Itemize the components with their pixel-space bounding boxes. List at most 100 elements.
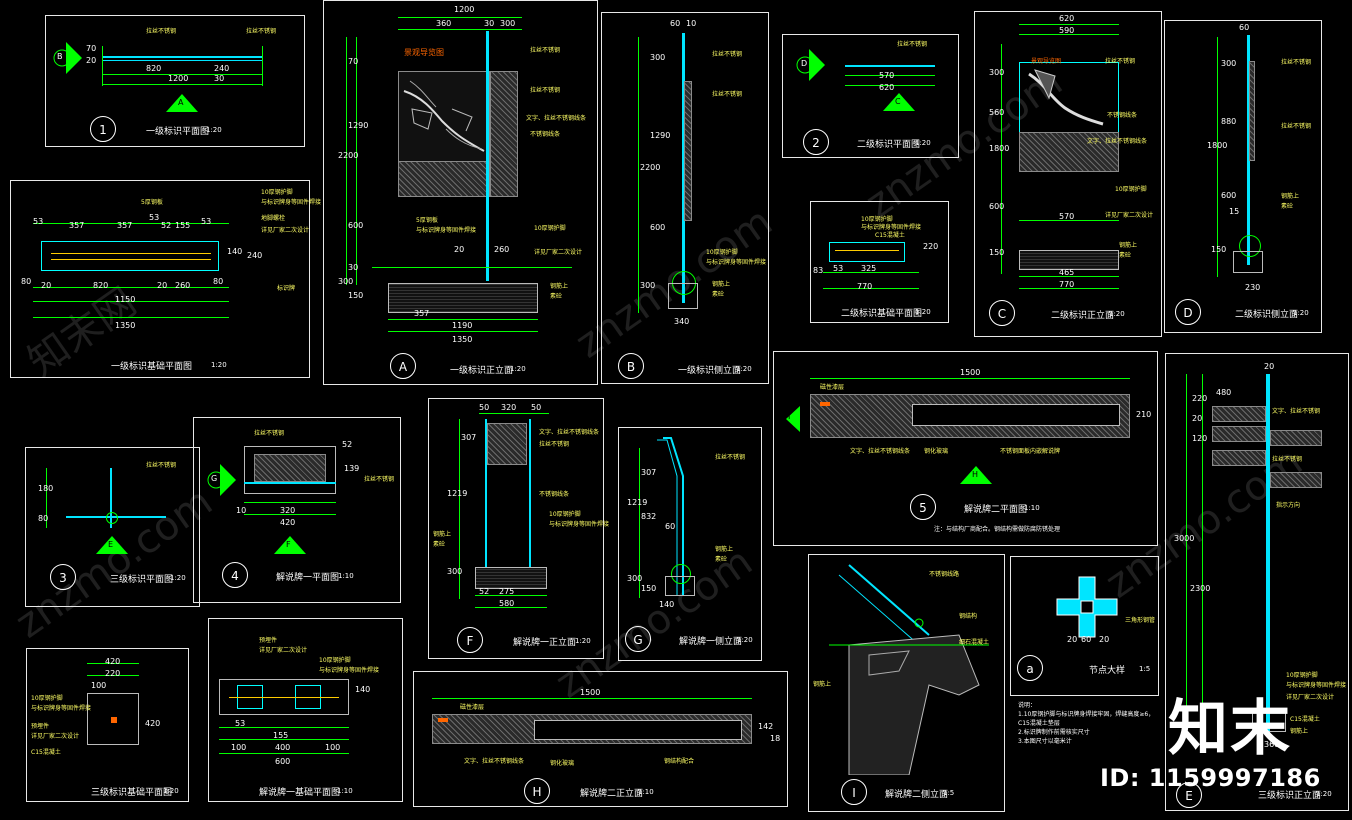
annotation: 指示方向 [1276,502,1301,509]
dim-label: 10 [236,506,247,515]
panel-interp-sign2-side-elevation: 不锈钢线路 钢结构 细石混凝土 钢筋上 I 解说牌二侧立面 1:5 [808,554,1005,812]
drawing-title: 节点大样 [1089,666,1126,676]
dim-label: 220 [105,669,121,678]
annotation: 磁性漆层 [820,384,845,391]
panel-level3-foundation-plan: 420 220 100 420 10厚钢护脚 与标识牌身等固件焊接 预埋件 详见… [26,648,189,802]
dim-label: 20 [1099,635,1110,644]
dim-label: 20 [1067,635,1078,644]
section-label: C [895,97,901,106]
dim-label: 240 [247,251,263,260]
drawing-title: 解说牌二正立面 [580,789,644,799]
dim-label: 260 [494,245,510,254]
map-illustration [1028,69,1104,126]
annotation: 拉丝不锈钢 [1272,456,1303,463]
dim-label: 30 [484,19,495,28]
annotation: 详见厂家二次设计 [259,647,308,654]
dim-label: 357 [117,221,133,230]
dim-label: 820 [146,64,162,73]
annotation: 钢结构 [959,613,978,620]
dim-label: 300 [650,53,666,62]
annotation: 拉丝不锈钢 [254,430,285,437]
drawing-scale: 1:10 [1024,504,1040,512]
panel-level1-front-elevation: 1200 360 30 300 70 1290 2200 600 30 300 … [323,0,598,385]
dim-label: 53 [201,217,212,226]
drawing-title: 一级标识侧立面 [678,366,742,376]
dim-label: 240 [214,64,230,73]
dim-label: 420 [145,719,161,728]
drawing-scale: 1:10 [338,572,354,580]
annotation: 拉丝不锈钢 [146,28,177,35]
dim-label: 230 [1245,283,1261,292]
annotation: 钢筋上 [712,281,731,288]
annotation: 10厚钢护脚 [549,511,581,518]
dim-label: 300 [338,277,354,286]
dim-label: 83 [813,266,824,275]
annotation: 钢筋上 [1281,193,1300,200]
panel-interp-sign1-front-elevation: 50 320 50 307 1219 300 52 275 580 文字、拉丝不… [428,398,609,659]
annotation: 细石混凝土 [959,639,990,646]
dim-label: 1190 [452,321,473,330]
panel-interp-sign2-plan: 1500 210 I H 磁性漆层 文字、拉丝不锈钢线条 钢化玻璃 不锈钢面板内… [773,351,1158,546]
dim-label: 820 [93,281,109,290]
annotation: 文字、拉丝不锈钢 [1272,408,1321,415]
dim-label: 139 [344,464,360,473]
annotation: 10厚钢护脚 [319,657,351,664]
annotation: 钢筋上 [1290,728,1309,735]
accent-mark [820,402,830,406]
drawing-title: 一级标识平面图 [146,127,210,137]
annotation: 5厚钢板 [416,217,438,224]
drawing-tag: B [618,353,644,379]
dim-label: 100 [91,681,107,690]
dim-label: 150 [1211,245,1227,254]
panel-interp-sign1-foundation-plan: 53 155 100 400 100 600 140 预埋件 详见厂家二次设计 … [208,618,403,802]
annotation: 素砼 [712,291,725,298]
dim-label: 50 [531,403,542,412]
dim-label: 880 [1221,117,1237,126]
drawing-tag: 5 [910,494,936,520]
drawing-title: 解说牌一平面图 [276,573,340,583]
dim-label: 30 [214,74,225,83]
dim-label: 300 [989,68,1005,77]
drawing-scale: 1:20 [211,361,227,369]
dim-label: 3000 [1174,534,1195,543]
panel-interp-sign1-plan: 320 420 10 52 139 拉丝不锈钢 拉丝不锈钢 G F 4 解说牌一… [193,417,401,603]
dim-label: 50 [479,403,490,412]
dim-label: 2200 [640,163,661,172]
dim-label: 15 [1229,207,1240,216]
dim-label: 20 [1264,362,1275,371]
dim-label: 52 [161,221,172,230]
panel-node-detail: 20 60 20 三角形钢管 a 节点大样 1:5 [1010,556,1159,696]
annotation: 预埋件 [31,723,50,730]
drawing-scale: 1:20 [163,787,179,795]
dim-label: 53 [33,217,44,226]
annotation: 10厚钢护脚 [261,189,293,196]
dim-label: 600 [275,757,291,766]
dim-label: 100 [231,743,247,752]
section-label: D [801,59,808,68]
dim-label: 150 [641,584,657,593]
dim-label: 340 [674,317,690,326]
dim-label: 155 [273,731,289,740]
sign-heading: 景观导览图 [1031,58,1062,65]
annotation: 与标识牌身等固件焊接 [706,259,767,266]
annotation: 文字、拉丝不锈钢线条 [464,758,525,765]
dim-label: 1200 [168,74,189,83]
annotation: 拉丝不锈钢 [539,441,570,448]
annotation: 钢筋上 [813,681,832,688]
dim-label: 420 [280,518,296,527]
dim-label: 140 [227,247,243,256]
section-arrow-icon [207,464,236,496]
post-circle [106,512,118,524]
dim-label: 480 [1216,388,1232,397]
drawing-title: 解说牌一基础平面图 [259,788,341,798]
dim-label: 30 [348,263,359,272]
annotation: 不锈钢线条 [530,131,561,138]
drawing-title: 二级标识平面图 [857,140,921,150]
annotation: 详见厂家二次设计 [534,249,583,256]
dim-label: 600 [650,223,666,232]
drawing-title: 三级标识平面图 [110,575,174,585]
watermark-logo: 知末 [1168,694,1292,764]
dim-label: 60 [1239,23,1250,32]
annotation: 拉丝不锈钢 [1105,58,1136,65]
section-detail-drawing [829,564,989,775]
